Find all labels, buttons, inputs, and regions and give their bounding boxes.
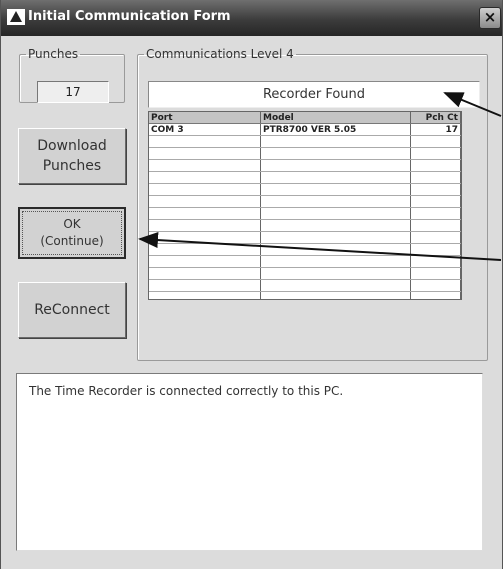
cell-pch-ct: [410, 183, 461, 196]
ok-continue-button[interactable]: OK (Continue): [18, 207, 126, 259]
table-row-empty[interactable]: [149, 279, 461, 292]
cell-model: [260, 171, 411, 184]
cell-port: [149, 291, 261, 299]
cell-pch-ct: [410, 195, 461, 208]
communications-legend: Communications Level 4: [146, 47, 294, 61]
cell-model: [260, 231, 411, 244]
cell-port: [149, 243, 261, 256]
cell-model: PTR8700 VER 5.05: [260, 123, 411, 136]
cell-port: [149, 183, 261, 196]
close-button[interactable]: ×: [479, 7, 501, 29]
cell-port: [149, 231, 261, 244]
cell-port: [149, 219, 261, 232]
cell-port: [149, 195, 261, 208]
table-row-empty[interactable]: [149, 147, 461, 160]
reconnect-button-label: ReConnect: [34, 302, 110, 318]
cell-model: [260, 279, 411, 292]
cell-pch-ct: [410, 279, 461, 292]
cell-pch-ct: [410, 267, 461, 280]
table-row-empty[interactable]: [149, 207, 461, 220]
table-row-empty[interactable]: [149, 231, 461, 244]
punches-count-field: 17: [37, 81, 109, 103]
table-row-empty[interactable]: [149, 171, 461, 184]
table-row-empty[interactable]: [149, 219, 461, 232]
cell-model: [260, 207, 411, 220]
focus-rectangle: OK (Continue): [22, 211, 122, 255]
table-row-empty[interactable]: [149, 135, 461, 148]
cell-model: [260, 135, 411, 148]
cell-pch-ct: [410, 243, 461, 256]
cell-pch-ct: [410, 291, 461, 299]
cell-pch-ct: 17: [410, 123, 461, 136]
port-grid[interactable]: Port Model Pch Ct COM 3 PTR8700 VER 5.05…: [148, 111, 462, 300]
cell-port: [149, 135, 261, 148]
download-punches-button[interactable]: Download Punches: [18, 128, 126, 184]
cell-pch-ct: [410, 171, 461, 184]
cell-port: [149, 279, 261, 292]
cell-pch-ct: [410, 219, 461, 232]
ok-button-label-2: (Continue): [40, 234, 104, 248]
table-header-row: Port Model Pch Ct: [149, 112, 461, 124]
cell-port: [149, 267, 261, 280]
cell-port: [149, 147, 261, 160]
table-row-empty[interactable]: [149, 195, 461, 208]
communications-group: Communications Level 4 Recorder Found Po…: [137, 47, 488, 361]
table-row-empty[interactable]: [149, 159, 461, 172]
table-row-empty[interactable]: [149, 183, 461, 196]
table-row-empty[interactable]: [149, 267, 461, 280]
cell-model: [260, 291, 411, 299]
column-header-model[interactable]: Model: [260, 112, 411, 124]
close-icon: ×: [483, 8, 497, 26]
cell-pch-ct: [410, 159, 461, 172]
punches-legend: Punches: [28, 47, 79, 61]
table-body: COM 3 PTR8700 VER 5.05 17: [149, 123, 461, 299]
cell-pch-ct: [410, 231, 461, 244]
cell-pch-ct: [410, 147, 461, 160]
port-table: Port Model Pch Ct COM 3 PTR8700 VER 5.05…: [149, 112, 461, 299]
cell-port: COM 3: [149, 123, 261, 136]
recorder-status-field: Recorder Found: [148, 81, 480, 108]
table-row-empty[interactable]: [149, 243, 461, 256]
punches-group: Punches 17: [19, 47, 125, 103]
cell-port: [149, 171, 261, 184]
cell-model: [260, 255, 411, 268]
window-title: Initial Communication Form: [28, 9, 231, 24]
cell-model: [260, 219, 411, 232]
cell-pch-ct: [410, 207, 461, 220]
initial-communication-window: Initial Communication Form × Punches 17 …: [0, 0, 503, 569]
column-header-pch-ct[interactable]: Pch Ct: [410, 112, 461, 124]
cell-model: [260, 183, 411, 196]
ok-button-label-1: OK: [63, 217, 81, 231]
app-icon: [7, 9, 25, 25]
cell-model: [260, 195, 411, 208]
cell-model: [260, 243, 411, 256]
table-row-empty[interactable]: [149, 255, 461, 268]
reconnect-button[interactable]: ReConnect: [18, 282, 126, 338]
download-button-label-1: Download: [37, 138, 107, 154]
column-header-port[interactable]: Port: [149, 112, 261, 124]
cell-port: [149, 255, 261, 268]
download-button-label-2: Punches: [42, 158, 102, 174]
cell-model: [260, 159, 411, 172]
cell-port: [149, 159, 261, 172]
table-row[interactable]: COM 3 PTR8700 VER 5.05 17: [149, 123, 461, 136]
status-message-box: The Time Recorder is connected correctly…: [16, 373, 483, 551]
cell-model: [260, 267, 411, 280]
cell-pch-ct: [410, 135, 461, 148]
cell-model: [260, 147, 411, 160]
table-row-empty[interactable]: [149, 291, 461, 299]
title-bar[interactable]: Initial Communication Form ×: [1, 0, 502, 36]
cell-pch-ct: [410, 255, 461, 268]
cell-port: [149, 207, 261, 220]
